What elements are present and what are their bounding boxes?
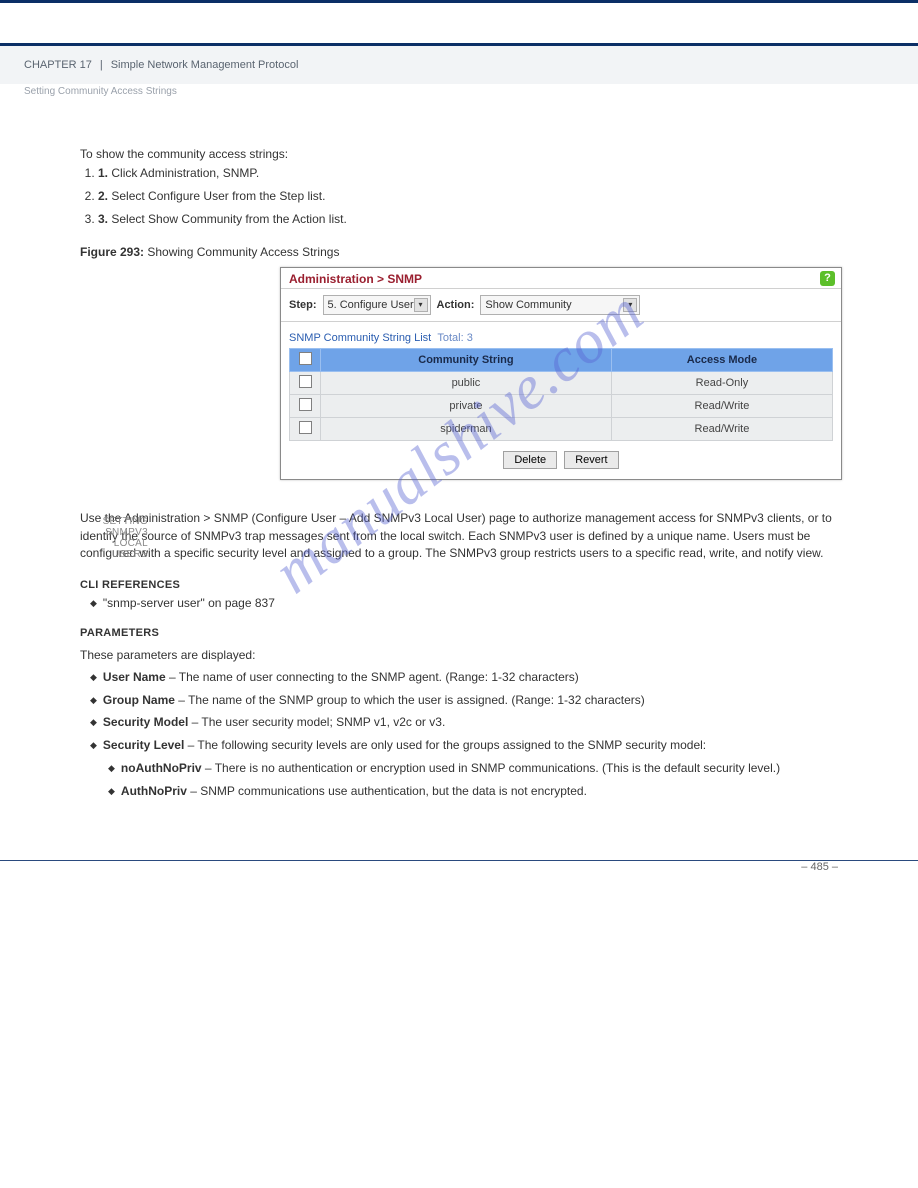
section-intro: Use the Administration > SNMP (Configure…	[80, 510, 838, 562]
separator: |	[100, 59, 103, 71]
param-item: User Name – The name of user connecting …	[90, 669, 838, 686]
header-bar: CHAPTER 17 | Simple Network Management P…	[0, 46, 918, 84]
topbar	[0, 0, 918, 46]
select-all-checkbox[interactable]	[299, 352, 312, 365]
chevron-down-icon: ▾	[623, 298, 637, 312]
param-name: Group Name	[103, 693, 175, 707]
sub-param-desc: – SNMP communications use authentication…	[187, 784, 587, 798]
show-heading: To show the community access strings:	[80, 147, 838, 161]
select-all-header	[290, 349, 321, 372]
param-desc: – The following security levels are only…	[184, 738, 706, 752]
param-item: Security Model – The user security model…	[90, 714, 838, 731]
community-table: Community String Access Mode public Read…	[289, 348, 833, 441]
cell-access: Read/Write	[611, 418, 832, 441]
gutter-label: SETTING SNMPV3 LOCAL USERS	[78, 516, 148, 560]
col-community: Community String	[321, 349, 612, 372]
table-row: spiderman Read/Write	[290, 418, 833, 441]
action-label: Action:	[437, 299, 475, 311]
chevron-down-icon: ▾	[414, 298, 428, 312]
param-item: Group Name – The name of the SNMP group …	[90, 692, 838, 709]
row-checkbox[interactable]	[299, 398, 312, 411]
action-value: Show Community	[485, 299, 571, 311]
snmp-panel: Administration > SNMP ? Step: 5. Configu…	[280, 267, 842, 480]
param-name: Security Level	[103, 738, 184, 752]
param-name: Security Model	[103, 715, 188, 729]
sub-param-desc: – There is no authentication or encrypti…	[202, 761, 781, 775]
help-icon[interactable]: ?	[820, 271, 835, 286]
header-subtitle: Setting Community Access Strings	[0, 84, 918, 97]
footer: – 485 –	[0, 860, 918, 893]
panel-title: Administration > SNMP	[289, 272, 422, 286]
step-3: Select Show Community from the Action li…	[111, 212, 346, 226]
sub-param-item: noAuthNoPriv – There is no authenticatio…	[108, 760, 838, 777]
param-item: Security Level – The following security …	[90, 737, 838, 754]
sub-param-name: noAuthNoPriv	[121, 761, 202, 775]
cli-ref-list: "snmp-server user" on page 837	[90, 595, 838, 612]
cell-access: Read/Write	[611, 395, 832, 418]
page-number: – 485 –	[801, 861, 838, 873]
param-name: User Name	[103, 670, 166, 684]
sub-param-name: AuthNoPriv	[121, 784, 187, 798]
params-lead: These parameters are displayed:	[80, 647, 838, 664]
chapter-label: CHAPTER 17	[24, 59, 92, 71]
cell-community: private	[321, 395, 612, 418]
cell-community: public	[321, 372, 612, 395]
param-desc: – The name of the SNMP group to which th…	[175, 693, 645, 707]
chapter-title: Simple Network Management Protocol	[111, 59, 299, 71]
revert-button[interactable]: Revert	[564, 451, 618, 469]
step-label: Step:	[289, 299, 317, 311]
table-row: public Read-Only	[290, 372, 833, 395]
figure-label: Figure 293:	[80, 245, 144, 259]
figure-caption: Figure 293: Showing Community Access Str…	[80, 245, 838, 259]
step-value: 5. Configure User	[328, 299, 414, 311]
list-total: Total: 3	[437, 332, 472, 344]
params-list: User Name – The name of user connecting …	[90, 669, 838, 754]
step-select[interactable]: 5. Configure User ▾	[323, 295, 431, 315]
panel-toolbar: Step: 5. Configure User ▾ Action: Show C…	[281, 288, 841, 322]
col-access: Access Mode	[611, 349, 832, 372]
step-1: Click Administration, SNMP.	[111, 166, 259, 180]
row-checkbox[interactable]	[299, 375, 312, 388]
param-desc: – The name of user connecting to the SNM…	[166, 670, 579, 684]
list-title: SNMP Community String List	[289, 332, 431, 344]
cell-access: Read-Only	[611, 372, 832, 395]
figure-text: Showing Community Access Strings	[144, 245, 339, 259]
show-steps: 1. Click Administration, SNMP. 2. Select…	[98, 165, 838, 227]
delete-button[interactable]: Delete	[503, 451, 557, 469]
action-select[interactable]: Show Community ▾	[480, 295, 640, 315]
cell-community: spiderman	[321, 418, 612, 441]
sub-params-list: noAuthNoPriv – There is no authenticatio…	[108, 760, 838, 800]
step-2: Select Configure User from the Step list…	[111, 189, 325, 203]
sub-param-item: AuthNoPriv – SNMP communications use aut…	[108, 783, 838, 800]
param-desc: – The user security model; SNMP v1, v2c …	[188, 715, 445, 729]
row-checkbox[interactable]	[299, 421, 312, 434]
cli-ref-item: "snmp-server user" on page 837	[90, 595, 838, 612]
list-title-row: SNMP Community String List Total: 3	[281, 322, 841, 348]
params-label: PARAMETERS	[80, 627, 838, 639]
cli-ref-label: CLI REFERENCES	[80, 579, 838, 591]
table-row: private Read/Write	[290, 395, 833, 418]
